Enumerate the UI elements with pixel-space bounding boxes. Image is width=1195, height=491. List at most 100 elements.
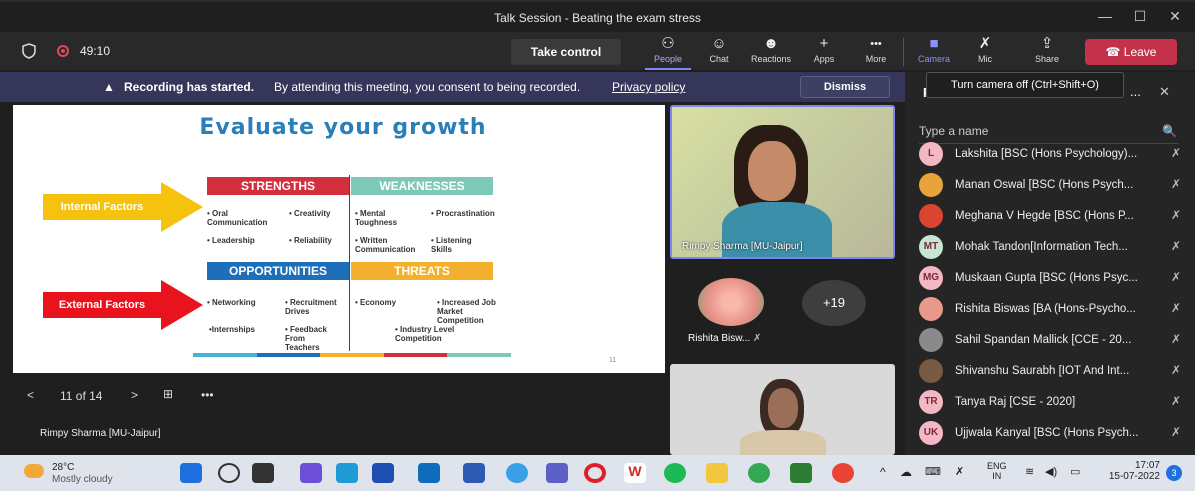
chrome-icon[interactable] [748,463,770,483]
panel-close-button[interactable]: ✕ [1159,84,1170,100]
internal-factors-label: Internal Factors [60,201,144,213]
opportunity-item: • Networking [207,298,256,307]
participant-name: Rishita Biswas [BA (Hons-Psycho... [955,303,1136,315]
participant-row[interactable]: Meghana V Hegde [BSC (Hons P... ✗ [919,202,1181,230]
mic-off-icon: ✗ [1170,394,1181,408]
mic-off-icon: ✗ [753,333,762,344]
panel-more-button[interactable]: ... [1130,84,1141,99]
participant-shirt [740,430,826,455]
participant-row[interactable]: UK Ujjwala Kanyal [BSC (Hons Psych... ✗ [919,419,1181,447]
rishita-avatar[interactable] [698,278,764,326]
participant-row[interactable]: MT Mohak Tandon[Information Tech... ✗ [919,233,1181,261]
more-button[interactable]: ••• More [853,34,899,70]
apps-button[interactable]: + Apps [801,34,847,70]
file-explorer-icon[interactable] [706,463,728,483]
next-slide-button[interactable]: > [131,388,138,402]
take-control-button[interactable]: Take control [511,39,621,65]
shared-slide: Evaluate your growth Internal Factors Ex… [13,105,665,373]
calendar-app-icon[interactable] [790,463,812,483]
participant-row[interactable]: Shivanshu Saurabh [IOT And Int... ✗ [919,357,1181,385]
participant-avatar: MG [919,266,943,290]
wifi-icon[interactable]: ≋ [1025,465,1034,478]
mic-off-icon: ✗ [1170,177,1181,191]
word-icon[interactable] [463,463,485,483]
mic-off-icon: ✗ [1170,332,1181,346]
strength-item: • Leadership [207,236,255,245]
participant-row[interactable]: MG Muskaan Gupta [BSC (Hons Psyc... ✗ [919,264,1181,292]
shield-icon[interactable] [22,43,36,59]
participant-avatar [919,204,943,228]
weakness-item: • Listening Skills [431,236,472,254]
main-speaker-name: Rimpy Sharma [MU-Jaipur] [682,241,803,252]
mic-button[interactable]: ✗ Mic [962,34,1008,70]
camera-tooltip: Turn camera off (Ctrl+Shift+O) [926,72,1124,98]
edge-icon[interactable] [336,463,358,483]
mic-off-icon: ✗ [978,35,992,52]
browser-icon[interactable] [506,463,528,483]
wps-icon[interactable]: W [624,463,646,483]
mic-off-icon: ✗ [1170,425,1181,439]
opera-icon[interactable] [584,463,606,483]
meeting-toolbar: 49:10 Take control ⚇ People ☺ Chat ☻ Reacti… [0,32,1195,70]
close-window-button[interactable]: ✕ [1160,8,1190,28]
prev-slide-button[interactable]: < [27,388,34,402]
chrome-profile-icon[interactable] [832,463,854,483]
maximize-button[interactable]: ☐ [1125,8,1155,28]
participant-row[interactable]: Manan Oswal [BSC (Hons Psych... ✗ [919,171,1181,199]
reactions-icon: ☻ [763,35,779,52]
participant-name: Sahil Spandan Mallick [CCE - 20... [955,334,1132,346]
participant-row[interactable]: Rishita Biswas [BA (Hons-Psycho... ✗ [919,295,1181,323]
participant-row[interactable]: L Lakshita [BSC (Hons Psychology)... ✗ [919,140,1181,168]
minimize-button[interactable]: — [1090,8,1120,28]
weather-icon [24,464,44,478]
clock[interactable]: 17:07 15-07-2022 [1100,460,1160,482]
banner-bold-text: Recording has started. [124,80,255,94]
people-button[interactable]: ⚇ People [645,34,691,70]
privacy-policy-link[interactable]: Privacy policy [612,72,685,102]
outlook-icon[interactable] [418,463,440,483]
mail-icon[interactable] [372,463,394,483]
start-icon[interactable] [180,463,202,483]
rishita-name: Rishita Bisw... ✗ [688,333,762,344]
task-view-icon[interactable] [252,463,274,483]
banner-text: By attending this meeting, you consent t… [274,80,581,94]
participant-row[interactable]: Sahil Spandan Mallick [CCE - 20... ✗ [919,326,1181,354]
main-speaker-video[interactable]: Rimpy Sharma [MU-Jaipur] [670,105,895,259]
reactions-button[interactable]: ☻ Reactions [748,34,794,70]
leave-button[interactable]: ☎ Leave [1085,39,1177,65]
strength-item: • Oral Communication [207,209,268,227]
chat-button[interactable]: ☺ Chat [696,34,742,70]
quadrant-divider [349,175,350,351]
mic-tray-icon[interactable]: ✗ [955,465,964,478]
overflow-participants-button[interactable]: +19 [802,280,866,326]
participant-name: Ujjwala Kanyal [BSC (Hons Psych... [955,427,1139,439]
language-indicator[interactable]: ENG IN [987,461,1007,481]
more-icon: ••• [870,38,882,50]
presenter-name: Rimpy Sharma [MU-Jaipur] [40,428,161,439]
external-factors-label: External Factors [58,299,146,311]
threat-item: • Increased Job Market Competition [437,298,496,325]
slide-more-button[interactable]: ••• [201,388,214,402]
dismiss-button[interactable]: Dismiss [800,76,890,98]
teams-icon[interactable] [546,463,568,483]
slide-title: Evaluate your growth [199,115,487,140]
search-icon: 🔍 [1162,124,1177,138]
spotify-icon[interactable] [664,463,686,483]
keyboard-icon[interactable]: ⌨ [925,465,941,478]
slide-grid-icon[interactable]: ⊞ [163,387,173,401]
share-button[interactable]: ⇪ Share [1024,34,1070,70]
opportunity-item: • Recruitment Drives [285,298,337,316]
volume-icon[interactable]: ◀) [1045,465,1057,478]
chat-app-icon[interactable] [300,463,322,483]
participant-avatar: MT [919,235,943,259]
camera-button[interactable]: ■ Camera [911,34,957,70]
mic-off-icon: ✗ [1170,146,1181,160]
threat-item: • Economy [355,298,397,307]
notification-badge[interactable]: 3 [1166,465,1182,481]
cloud-icon[interactable]: ☁ [900,465,912,479]
participant-row[interactable]: TR Tanya Raj [CSE - 2020] ✗ [919,388,1181,416]
search-taskbar-icon[interactable] [218,463,240,483]
battery-icon[interactable]: ▭ [1070,465,1080,478]
tray-chevron-icon[interactable]: ^ [880,465,886,479]
participant-video[interactable] [670,364,895,455]
